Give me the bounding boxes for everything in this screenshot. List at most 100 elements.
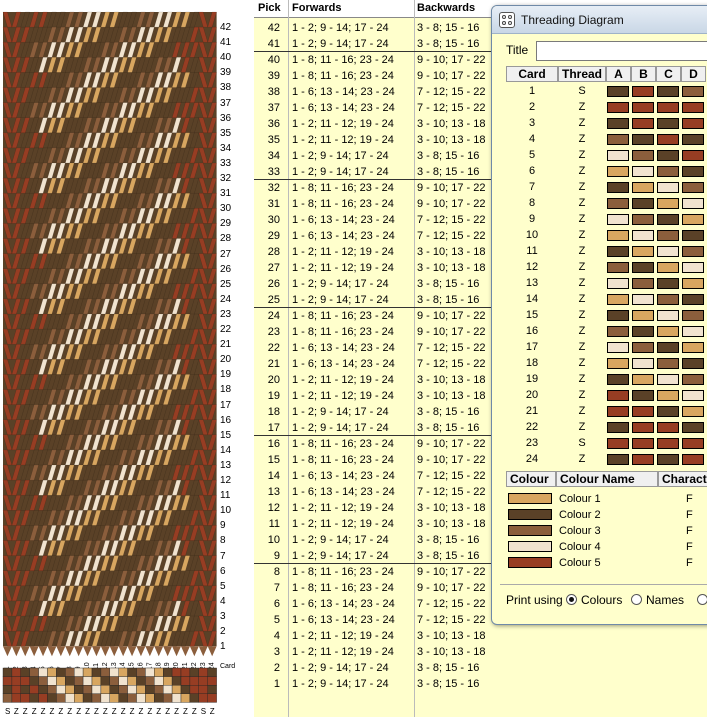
- hole-colour-swatch[interactable]: [607, 390, 629, 401]
- hole-colour-swatch[interactable]: [632, 262, 654, 273]
- hole-colour-swatch[interactable]: [657, 102, 679, 113]
- hole-colour-swatch[interactable]: [607, 150, 629, 161]
- hole-colour-swatch[interactable]: [632, 214, 654, 225]
- hole-colour-swatch[interactable]: [632, 118, 654, 129]
- print-names-radio[interactable]: [631, 594, 642, 605]
- card-row[interactable]: 3Z: [506, 115, 707, 131]
- hole-colour-swatch[interactable]: [682, 438, 704, 449]
- hole-colour-swatch[interactable]: [682, 358, 704, 369]
- hole-colour-swatch[interactable]: [682, 310, 704, 321]
- hole-colour-swatch[interactable]: [657, 294, 679, 305]
- card-row[interactable]: 11 Z: [506, 243, 707, 259]
- table-row[interactable]: 2 1 - 2; 9 - 14; 17 - 24 3 - 8; 15 - 16: [254, 660, 707, 676]
- hole-colour-swatch[interactable]: [657, 182, 679, 193]
- hole-colour-swatch[interactable]: [632, 150, 654, 161]
- hole-colour-swatch[interactable]: [632, 326, 654, 337]
- hole-colour-swatch[interactable]: [607, 118, 629, 129]
- hole-colour-swatch[interactable]: [607, 182, 629, 193]
- hole-colour-swatch[interactable]: [632, 358, 654, 369]
- hole-colour-swatch[interactable]: [682, 230, 704, 241]
- hole-colour-swatch[interactable]: [607, 374, 629, 385]
- colour-row[interactable]: Colour 4 F: [506, 539, 707, 555]
- hole-colour-swatch[interactable]: [607, 134, 629, 145]
- hole-colour-swatch[interactable]: [607, 230, 629, 241]
- hole-colour-swatch[interactable]: [682, 278, 704, 289]
- card-row[interactable]: 1S: [506, 83, 707, 99]
- hole-colour-swatch[interactable]: [657, 230, 679, 241]
- card-row[interactable]: 7Z: [506, 179, 707, 195]
- colour-swatch[interactable]: [508, 493, 552, 504]
- card-row[interactable]: 22 Z: [506, 419, 707, 435]
- hole-colour-swatch[interactable]: [657, 150, 679, 161]
- hole-colour-swatch[interactable]: [607, 326, 629, 337]
- print-colours-radio[interactable]: [566, 594, 577, 605]
- dialog-titlebar[interactable]: Threading Diagram: [492, 6, 707, 34]
- card-row[interactable]: 9Z: [506, 211, 707, 227]
- hole-colour-swatch[interactable]: [657, 214, 679, 225]
- hole-colour-swatch[interactable]: [657, 278, 679, 289]
- hole-colour-swatch[interactable]: [607, 86, 629, 97]
- hole-colour-swatch[interactable]: [682, 294, 704, 305]
- hole-colour-swatch[interactable]: [682, 214, 704, 225]
- colour-row[interactable]: Colour 5 F: [506, 555, 707, 571]
- hole-colour-swatch[interactable]: [632, 278, 654, 289]
- hole-colour-swatch[interactable]: [607, 294, 629, 305]
- hole-colour-swatch[interactable]: [682, 86, 704, 97]
- colour-swatch[interactable]: [508, 557, 552, 568]
- card-row[interactable]: 23 S: [506, 435, 707, 451]
- hole-colour-swatch[interactable]: [657, 406, 679, 417]
- card-row[interactable]: 14 Z: [506, 291, 707, 307]
- hole-colour-swatch[interactable]: [607, 422, 629, 433]
- colour-swatch[interactable]: [508, 525, 552, 536]
- hole-colour-swatch[interactable]: [607, 246, 629, 257]
- hole-colour-swatch[interactable]: [607, 262, 629, 273]
- print-colours-label[interactable]: Colours: [581, 593, 622, 607]
- hole-colour-swatch[interactable]: [607, 358, 629, 369]
- pick-header[interactable]: Pick: [258, 2, 281, 14]
- card-row[interactable]: 13 Z: [506, 275, 707, 291]
- card-row[interactable]: 6Z: [506, 163, 707, 179]
- hole-colour-swatch[interactable]: [657, 454, 679, 465]
- hole-colour-swatch[interactable]: [607, 438, 629, 449]
- hole-colour-swatch[interactable]: [607, 342, 629, 353]
- hole-colour-swatch[interactable]: [632, 294, 654, 305]
- hole-colour-swatch[interactable]: [682, 246, 704, 257]
- hole-colour-swatch[interactable]: [682, 134, 704, 145]
- table-row[interactable]: 3 1 - 2; 11 - 12; 19 - 24 3 - 10; 13 - 18: [254, 644, 707, 660]
- backwards-header[interactable]: Backwards: [417, 2, 475, 14]
- hole-colour-swatch[interactable]: [682, 150, 704, 161]
- card-row[interactable]: 2Z: [506, 99, 707, 115]
- hole-colour-swatch[interactable]: [682, 118, 704, 129]
- hole-colour-swatch[interactable]: [632, 390, 654, 401]
- colour-row[interactable]: Colour 1 F: [506, 491, 707, 507]
- print-names-label[interactable]: Names: [646, 593, 684, 607]
- hole-colour-swatch[interactable]: [682, 454, 704, 465]
- forwards-header[interactable]: Forwards: [292, 2, 342, 14]
- hole-colour-swatch[interactable]: [607, 278, 629, 289]
- card-row[interactable]: 12 Z: [506, 259, 707, 275]
- hole-colour-swatch[interactable]: [682, 166, 704, 177]
- card-row[interactable]: 17 Z: [506, 339, 707, 355]
- hole-colour-swatch[interactable]: [632, 438, 654, 449]
- colour-row[interactable]: Colour 3 F: [506, 523, 707, 539]
- hole-colour-swatch[interactable]: [657, 438, 679, 449]
- card-row[interactable]: 8Z: [506, 195, 707, 211]
- hole-colour-swatch[interactable]: [632, 406, 654, 417]
- hole-colour-swatch[interactable]: [657, 246, 679, 257]
- card-row[interactable]: 16 Z: [506, 323, 707, 339]
- hole-colour-swatch[interactable]: [632, 310, 654, 321]
- hole-colour-swatch[interactable]: [632, 166, 654, 177]
- hole-colour-swatch[interactable]: [657, 374, 679, 385]
- hole-colour-swatch[interactable]: [632, 134, 654, 145]
- hole-colour-swatch[interactable]: [632, 198, 654, 209]
- hole-colour-swatch[interactable]: [632, 102, 654, 113]
- card-row[interactable]: 4Z: [506, 131, 707, 147]
- hole-colour-swatch[interactable]: [682, 406, 704, 417]
- hole-colour-swatch[interactable]: [607, 214, 629, 225]
- hole-colour-swatch[interactable]: [632, 182, 654, 193]
- colour-swatch[interactable]: [508, 541, 552, 552]
- hole-colour-swatch[interactable]: [657, 358, 679, 369]
- hole-colour-swatch[interactable]: [632, 230, 654, 241]
- hole-colour-swatch[interactable]: [657, 390, 679, 401]
- card-row[interactable]: 24 Z: [506, 451, 707, 467]
